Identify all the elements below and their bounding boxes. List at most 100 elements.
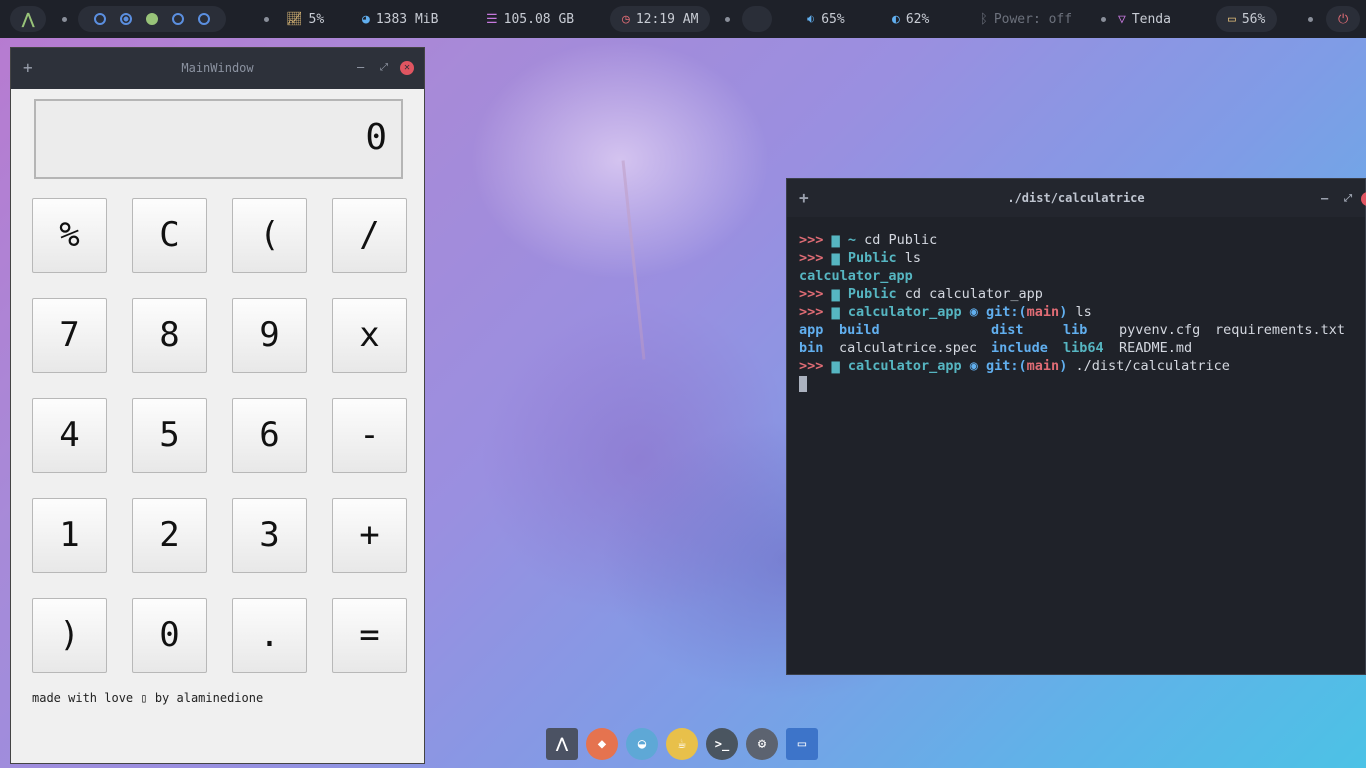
github-icon: ◉ [969, 304, 978, 320]
cpu-widget[interactable]: 📈︎ 5% [286, 6, 324, 32]
ls-entry: pyvenv.cfg [1119, 322, 1201, 338]
battery-widget[interactable]: ▭ 56% [1216, 6, 1278, 32]
text-cursor [799, 376, 807, 392]
volume-value: 65% [821, 11, 845, 27]
arch-launcher-button[interactable]: ⋀ [10, 6, 47, 32]
workspace-5[interactable] [198, 13, 210, 25]
terminal-icon[interactable]: >_ [706, 728, 738, 760]
cpu-value: 5% [308, 11, 325, 27]
prompt-dir: Public [847, 250, 897, 266]
settings-gear-icon[interactable]: ⚙ [746, 728, 778, 760]
file-manager-icon[interactable]: ☕︎ [666, 728, 698, 760]
window-icon[interactable]: ▭ [786, 728, 818, 760]
key-4[interactable]: 4 [32, 398, 107, 473]
ls-row: bin calculatrice.spec include lib64 README.m… [799, 339, 1345, 357]
prompt-arrows: >>> [799, 232, 824, 248]
key-6[interactable]: 6 [232, 398, 307, 473]
bluetooth-value: Power: off [993, 11, 1073, 27]
key-3[interactable]: 3 [232, 498, 307, 573]
ls-entry: calculatrice.spec [839, 340, 978, 356]
calculator-titlebar[interactable]: + MainWindow – ⤢ ✕ [11, 48, 424, 89]
workspace-3[interactable] [146, 13, 158, 25]
git-close: ) [1059, 304, 1068, 320]
clock-icon: ◷ [622, 11, 630, 27]
disk-widget[interactable]: ☰ 105.08 GB [486, 6, 574, 32]
battery-icon: ▭ [1228, 11, 1236, 27]
minimize-button[interactable]: – [357, 60, 364, 74]
volume-widget[interactable]: 🔉︎ 65% [807, 6, 845, 32]
command-text: ./dist/calculatrice [1075, 358, 1230, 374]
close-button[interactable]: ✕ [400, 61, 414, 75]
prompt-dir: Public [847, 286, 897, 302]
separator-dot [1308, 17, 1313, 22]
workspace-1[interactable] [94, 13, 106, 25]
battery-value: 56% [1241, 11, 1266, 27]
terminal-line [799, 375, 1345, 393]
brightness-icon: ◐ [892, 11, 900, 27]
sparkler-glow [470, 40, 770, 280]
key-plus[interactable]: + [332, 498, 407, 573]
terminal-line: >>> ▆ calculator_app ◉ git:(main) ls [799, 303, 1345, 321]
firefox-icon[interactable]: ◆ [586, 728, 618, 760]
clock-widget[interactable]: ◷ 12:19 AM [610, 6, 711, 32]
key-0[interactable]: 0 [132, 598, 207, 673]
maximize-button[interactable]: ⤢ [1344, 193, 1352, 204]
prompt-dir: ~ [847, 232, 856, 248]
arch-launcher-icon[interactable]: ⋀ [546, 728, 578, 760]
terminal-line: calculator_app [799, 267, 1345, 285]
command-text: cd calculator_app [904, 286, 1043, 302]
terminal-line: >>> ▆ calculator_app ◉ git:(main) ./dist… [799, 357, 1345, 375]
key-8[interactable]: 8 [132, 298, 207, 373]
key-open-paren[interactable]: ( [232, 198, 307, 273]
key-close-paren[interactable]: ) [32, 598, 107, 673]
key-5[interactable]: 5 [132, 398, 207, 473]
workspace-2[interactable] [120, 13, 132, 25]
power-icon: ⏻ [1338, 11, 1349, 27]
power-button[interactable]: ⏻ [1326, 6, 1361, 32]
key-decimal[interactable]: . [232, 598, 307, 673]
key-9[interactable]: 9 [232, 298, 307, 373]
ls-entry: dist [991, 322, 1024, 338]
key-equals[interactable]: = [332, 598, 407, 673]
command-text: ls [904, 250, 921, 266]
terminal-line: >>> ▆ Public cd calculator_app [799, 285, 1345, 303]
key-clear[interactable]: C [132, 198, 207, 273]
workspaces [78, 6, 226, 32]
git-branch: main [1026, 304, 1060, 320]
git-close: ) [1059, 358, 1068, 374]
bluetooth-widget[interactable]: ᛒ Power: off [980, 6, 1072, 32]
git-label: git:( [986, 304, 1027, 320]
git-branch: main [1026, 358, 1060, 374]
disk-value: 105.08 GB [503, 11, 575, 27]
separator-dot [1101, 17, 1106, 22]
key-2[interactable]: 2 [132, 498, 207, 573]
folder-icon: ▆ [831, 286, 840, 302]
key-minus[interactable]: - [332, 398, 407, 473]
key-percent[interactable]: % [32, 198, 107, 273]
memory-widget[interactable]: ◕ 1383 MiB [362, 6, 438, 32]
wifi-value: Tenda [1131, 11, 1171, 27]
output-dir: calculator_app [799, 268, 913, 284]
key-7[interactable]: 7 [32, 298, 107, 373]
folder-icon: ▆ [831, 304, 840, 320]
wifi-widget[interactable]: ▽ Tenda [1118, 6, 1171, 32]
footer-credit: made with love ▯ by alaminedione [32, 691, 264, 705]
key-multiply[interactable]: x [332, 298, 407, 373]
maximize-button[interactable]: ⤢ [380, 62, 388, 73]
ls-entry: app [799, 322, 824, 338]
cpu-chart-icon: 📈︎ [286, 11, 303, 27]
terminal-titlebar[interactable]: + ./dist/calculatrice – ⤢ [787, 179, 1366, 217]
folder-icon: ▆ [831, 358, 840, 374]
brightness-value: 62% [905, 11, 930, 27]
brightness-widget[interactable]: ◐ 62% [892, 6, 929, 32]
key-1[interactable]: 1 [32, 498, 107, 573]
key-divide[interactable]: / [332, 198, 407, 273]
terminal-output[interactable]: >>> ▆ ~ cd Public >>> ▆ Public ls calculat… [799, 231, 1345, 393]
workspace-4[interactable] [172, 13, 184, 25]
ls-entry: bin [799, 340, 824, 356]
terminal-window: + ./dist/calculatrice – ⤢ >>> ▆ ~ cd Pub… [786, 178, 1366, 675]
minimize-button[interactable]: – [1321, 191, 1328, 205]
tray-slot[interactable] [742, 6, 772, 32]
browser-icon[interactable]: ◒ [626, 728, 658, 760]
prompt-arrows: >>> [799, 286, 824, 302]
